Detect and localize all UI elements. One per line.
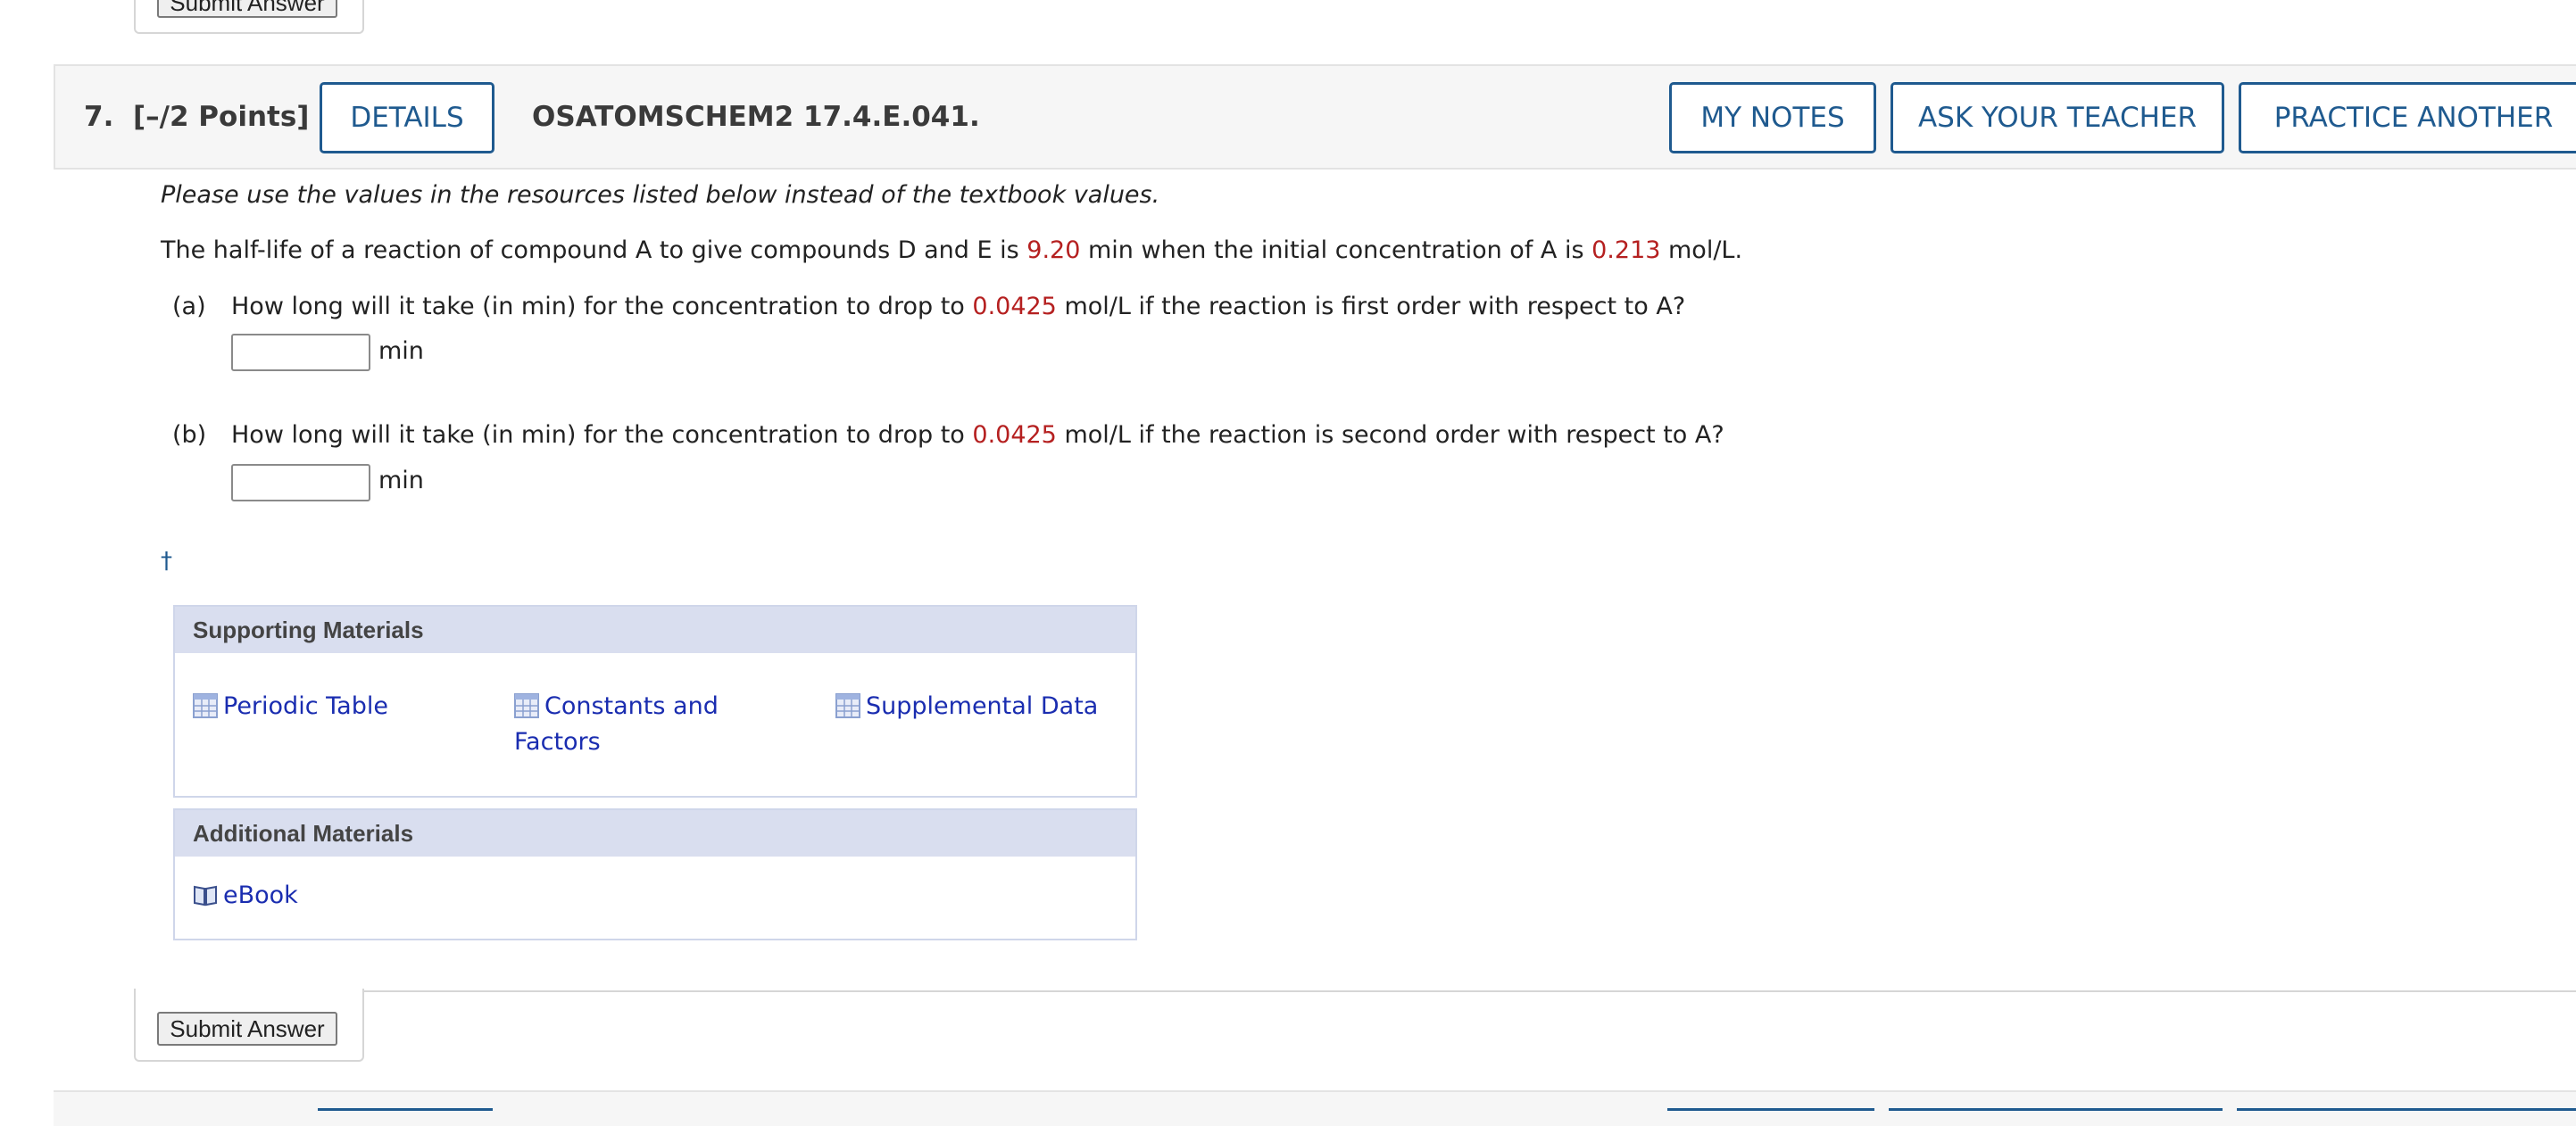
instruction-text: Please use the values in the resources l… [161,181,1160,209]
my-notes-button[interactable]: MY NOTES [1669,82,1876,153]
problem-statement: The half-life of a reaction of compound … [161,236,1743,264]
next-practice-button[interactable] [2237,1108,2576,1126]
previous-submit-button[interactable]: Submit Answer [157,0,337,18]
supplemental-data-link[interactable]: Supplemental Data [835,689,1098,724]
additional-materials-box: Additional Materials eBook [173,808,1137,940]
supporting-materials-title: Supporting Materials [175,607,1135,653]
part-a-target-concentration: 0.0425 [972,293,1057,320]
part-b-label: (b) [172,421,207,449]
divider [362,990,2576,992]
supporting-materials-box: Supporting Materials Periodic Table Cons… [173,605,1137,798]
footnote-dagger[interactable]: † [161,548,172,575]
additional-materials-title: Additional Materials [175,810,1135,857]
question-number: 7. [–/2 Points] [84,101,310,133]
table-icon [193,693,218,718]
part-a-unit: min [378,337,424,365]
question-header: 7. [–/2 Points] DETAILS OSATOMSCHEM2 17.… [54,64,2576,170]
half-life-value: 9.20 [1026,236,1081,264]
part-b-unit: min [378,467,424,494]
question-points: [–/2 Points] [132,101,310,133]
next-ask-teacher-button[interactable] [1889,1108,2223,1126]
details-button[interactable]: DETAILS [320,82,494,153]
periodic-table-link[interactable]: Periodic Table [193,689,388,724]
constants-factors-link[interactable]: Constants and Factors [514,689,719,760]
part-b-target-concentration: 0.0425 [972,421,1057,449]
part-b-answer-input[interactable] [231,464,370,501]
initial-concentration-value: 0.213 [1591,236,1661,264]
practice-another-button[interactable]: PRACTICE ANOTHER [2239,82,2576,153]
part-b-question: How long will it take (in min) for the c… [231,421,1724,449]
next-my-notes-button[interactable] [1667,1108,1874,1126]
part-a-label: (a) [172,293,206,320]
book-icon [194,885,217,907]
question-code: OSATOMSCHEM2 17.4.E.041. [532,101,980,133]
part-a-question: How long will it take (in min) for the c… [231,293,1686,320]
next-details-button[interactable] [318,1108,493,1126]
ask-teacher-button[interactable]: ASK YOUR TEACHER [1890,82,2224,153]
submit-answer-button[interactable]: Submit Answer [157,1012,337,1046]
part-a-answer-input[interactable] [231,334,370,371]
ebook-link[interactable]: eBook [193,878,298,914]
table-icon [835,693,860,718]
table-icon [514,693,539,718]
